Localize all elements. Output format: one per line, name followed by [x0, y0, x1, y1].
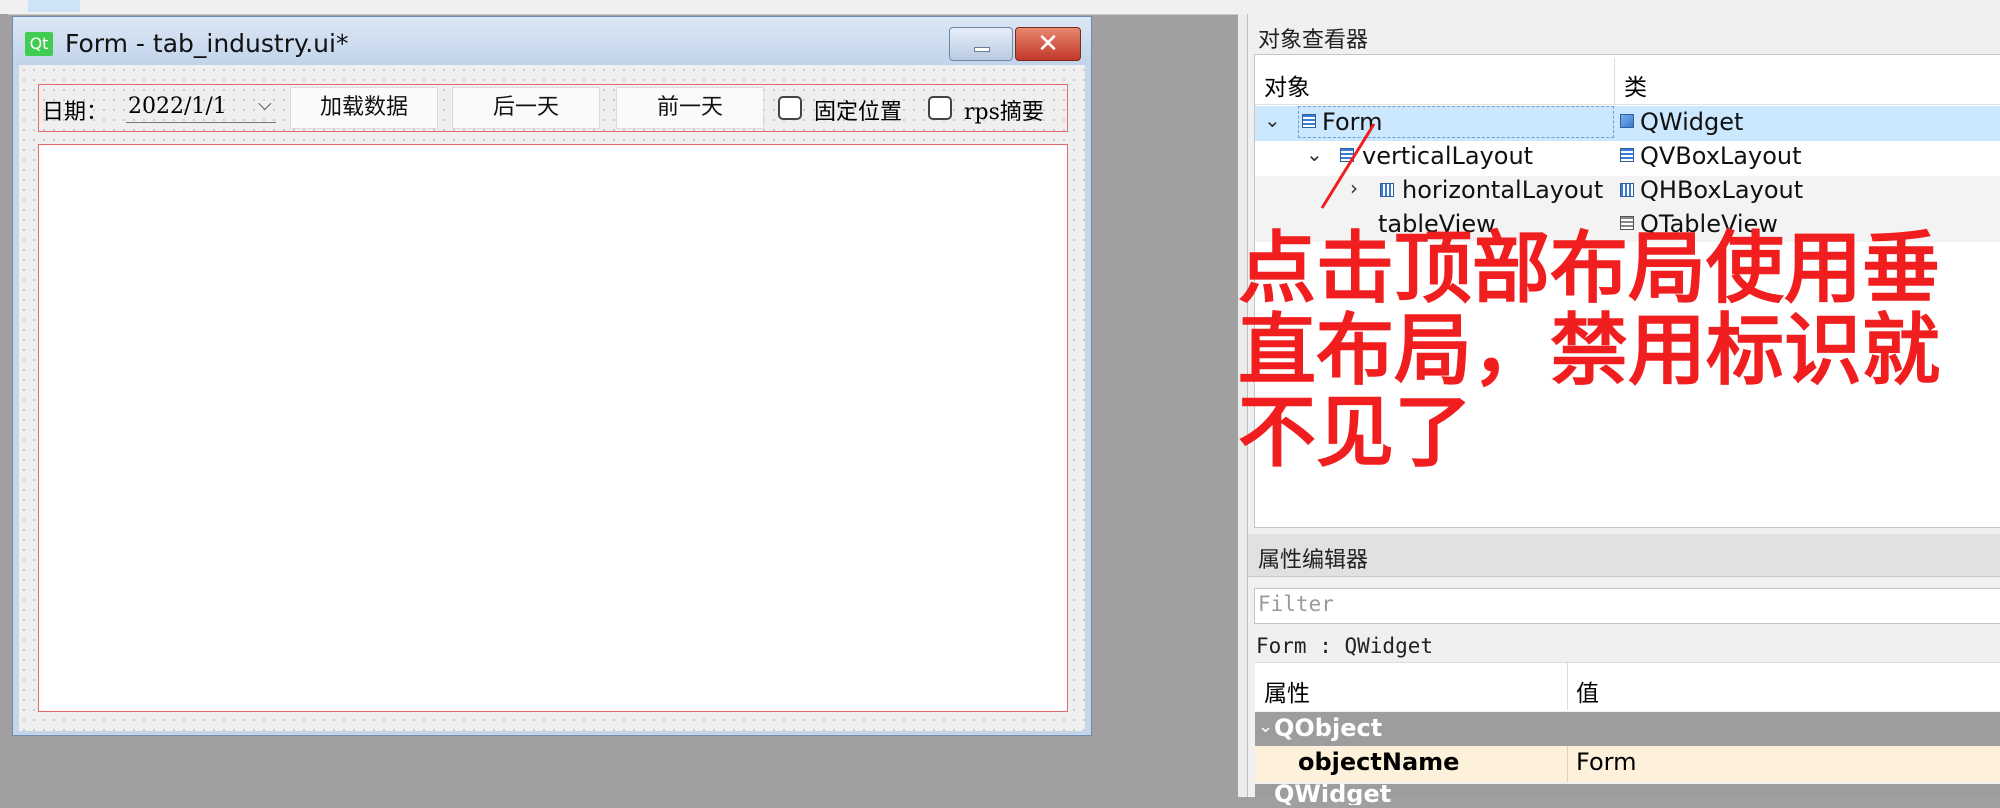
header-object[interactable]: 对象 [1264, 68, 1310, 102]
tree-item-label[interactable]: horizontalLayout [1402, 176, 1603, 204]
rps-summary-checkbox[interactable] [928, 96, 952, 120]
row-divider [1567, 746, 1568, 782]
group-chevron-icon[interactable]: ⌄ [1258, 716, 1273, 737]
property-filter-input[interactable] [1254, 588, 2000, 624]
vbox-layout-icon [1340, 148, 1354, 162]
property-context-label: Form : QWidget [1256, 634, 1434, 658]
header-class[interactable]: 类 [1624, 68, 1647, 102]
fixed-position-checkbox[interactable] [778, 96, 802, 120]
tree-item-label[interactable]: verticalLayout [1362, 142, 1533, 170]
tree-item-class: QWidget [1640, 108, 1744, 136]
header-divider[interactable] [1614, 58, 1615, 104]
annotation-line-1: 点击顶部布局使用垂 [1238, 224, 1941, 314]
object-inspector-title: 对象查看器 [1258, 28, 1369, 53]
table-view[interactable] [38, 144, 1068, 712]
property-editor-title: 属性编辑器 [1258, 548, 1369, 573]
minimize-button[interactable] [949, 27, 1013, 61]
layout-icon [1302, 114, 1316, 128]
minimize-icon [974, 47, 990, 52]
tree-item-label[interactable]: Form [1322, 108, 1382, 136]
date-edit-value: 2022/1/1 [128, 94, 227, 119]
prev-day-button[interactable]: 前一天 [616, 87, 764, 129]
annotation-line-2: 直布局，禁用标识就 [1238, 306, 1941, 396]
expand-chevron-icon[interactable]: ⌄ [1264, 108, 1281, 132]
expand-chevron-icon[interactable]: ⌄ [1306, 142, 1323, 166]
date-label: 日期： [42, 100, 109, 125]
window-title: Form - tab_industry.ui* [65, 29, 349, 58]
active-tab-indicator[interactable] [28, 0, 80, 12]
annotation-text: 点击顶部布局使用垂 直布局，禁用标识就 不见了 [1238, 228, 1998, 474]
hbox-class-icon [1620, 183, 1634, 197]
close-button[interactable]: ✕ [1015, 27, 1081, 61]
next-day-button[interactable]: 后一天 [452, 87, 600, 129]
header-divider[interactable] [1567, 662, 1568, 710]
left-edge [0, 14, 8, 797]
header-property[interactable]: 属性 [1264, 674, 1310, 708]
collapse-chevron-icon[interactable]: › [1350, 176, 1358, 200]
qt-logo-icon: Qt [25, 32, 53, 56]
top-toolbar-strip [0, 0, 2000, 15]
tree-item-class: QHBoxLayout [1640, 176, 1804, 204]
hbox-layout-icon [1380, 183, 1394, 197]
annotation-line-3: 不见了 [1238, 388, 1473, 478]
chevron-down-icon[interactable]: ⌵ [258, 94, 272, 115]
property-value[interactable]: Form [1576, 748, 1636, 776]
property-group-label: QWidget [1274, 780, 1392, 808]
filter-placeholder: Filter [1258, 592, 1334, 616]
window-titlebar[interactable]: Qt Form - tab_industry.ui* ✕ [13, 17, 1091, 65]
property-header [1255, 662, 2000, 711]
tree-item-class: QVBoxLayout [1640, 142, 1802, 170]
rps-summary-label[interactable]: rps摘要 [964, 94, 1044, 126]
load-data-button[interactable]: 加载数据 [290, 87, 438, 129]
header-value[interactable]: 值 [1576, 674, 1599, 708]
property-group-label: QObject [1274, 714, 1383, 742]
property-key: objectName [1298, 748, 1460, 776]
fixed-position-label[interactable]: 固定位置 [814, 94, 902, 126]
vbox-class-icon [1620, 148, 1634, 162]
widget-class-icon [1620, 114, 1634, 128]
